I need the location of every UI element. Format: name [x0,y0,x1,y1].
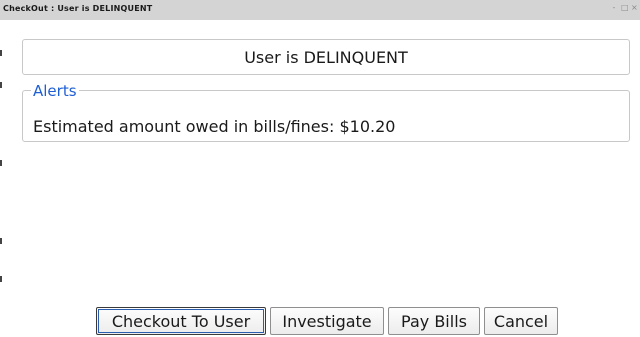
border-mark [0,238,2,244]
status-message: User is DELINQUENT [244,47,408,67]
cancel-button[interactable]: Cancel [484,307,558,335]
amount-owed-message: Estimated amount owed in bills/fines: $1… [33,117,396,136]
status-header: User is DELINQUENT [22,39,630,75]
pay-bills-button[interactable]: Pay Bills [388,307,480,335]
close-icon[interactable]: × [631,3,638,12]
border-mark [0,82,2,88]
window-title: CheckOut : User is DELINQUENT [3,4,153,13]
alerts-group: Alerts Estimated amount owed in bills/fi… [22,83,630,142]
window-controls: - □ × [611,3,638,12]
border-mark [0,160,2,166]
border-mark [0,50,2,56]
border-mark [0,276,2,282]
checkout-dialog: CheckOut : User is DELINQUENT - □ × User… [0,0,640,337]
title-bar[interactable]: CheckOut : User is DELINQUENT - □ × [0,0,640,20]
action-buttons: Checkout To User Investigate Pay Bills C… [96,307,558,335]
minimize-icon[interactable]: - [611,3,617,12]
investigate-button[interactable]: Investigate [270,307,384,335]
checkout-to-user-button[interactable]: Checkout To User [96,307,266,335]
alerts-legend: Alerts [31,82,79,100]
maximize-icon[interactable]: □ [621,3,629,12]
left-border [0,20,8,337]
